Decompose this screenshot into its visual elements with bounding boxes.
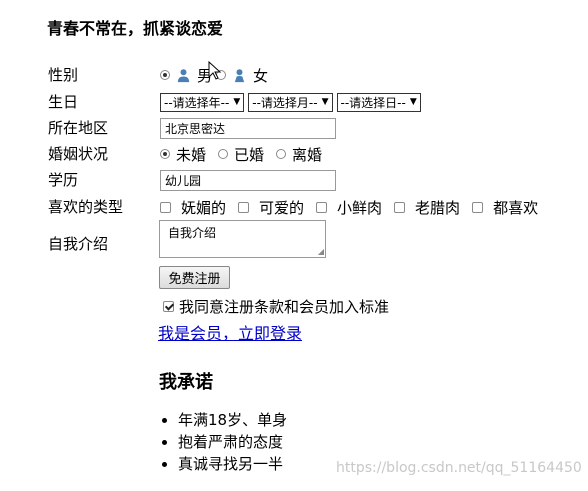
page-title: 青春不常在，抓紧谈恋爱 (47, 19, 224, 38)
birthday-row: 生日 --请选择年-- ▼ --请选择月-- ▼ --请选择日-- ▼ (0, 90, 588, 114)
marital-row: 婚姻状况 未婚 已婚 离婚 (0, 142, 588, 166)
year-dropdown-icon: ▼ (233, 97, 241, 107)
month-dropdown-icon: ▼ (321, 97, 329, 107)
agree-label: 我同意注册条款和会员加入标准 (179, 298, 390, 316)
likes-option-1: 妩媚的 (181, 198, 227, 217)
likes-option-4: 老腊肉 (415, 198, 461, 217)
likes-checkbox-3[interactable] (316, 201, 328, 213)
region-label: 所在地区 (48, 119, 109, 137)
intro-textarea[interactable]: 自我介绍 ◢ (159, 220, 326, 258)
intro-label: 自我介绍 (48, 235, 109, 253)
likes-option-2: 可爱的 (259, 198, 305, 217)
mouse-cursor-icon (208, 61, 222, 80)
birthday-label: 生日 (48, 93, 79, 111)
female-icon (234, 68, 245, 82)
marital-option-married: 已婚 (234, 145, 265, 164)
marital-radio-divorced[interactable] (276, 149, 287, 159)
likes-label: 喜欢的类型 (48, 198, 124, 216)
marital-radio-single[interactable] (160, 149, 170, 159)
agree-checkbox[interactable] (163, 301, 174, 312)
list-item: 年满18岁、单身 (178, 409, 287, 431)
marital-radio-married[interactable] (218, 149, 229, 159)
day-select[interactable]: --请选择日-- ▼ (336, 92, 421, 112)
likes-option-5: 都喜欢 (493, 198, 539, 217)
education-input[interactable]: 幼儿园 (160, 169, 336, 191)
year-select[interactable]: --请选择年-- ▼ (160, 92, 245, 112)
day-dropdown-icon: ▼ (409, 97, 417, 107)
list-item: 真诚寻找另一半 (178, 453, 287, 475)
gender-label: 性别 (48, 66, 79, 84)
resize-grip-icon[interactable]: ◢ (318, 247, 324, 256)
marital-label: 婚姻状况 (48, 145, 109, 163)
likes-checkbox-2[interactable] (238, 201, 250, 213)
education-label: 学历 (48, 171, 79, 189)
day-select-value: --请选择日-- (340, 95, 406, 110)
login-link[interactable]: 我是会员，立即登录 (158, 320, 302, 344)
likes-checkbox-5[interactable] (472, 201, 484, 213)
watermark: https://blog.csdn.net/qq_51164450 (336, 460, 582, 476)
intro-textarea-value: 自我介绍 (168, 226, 217, 240)
likes-option-3: 小鲜肉 (337, 198, 383, 217)
likes-checkbox-4[interactable] (394, 201, 406, 213)
region-input[interactable]: 北京思密达 (160, 117, 336, 139)
likes-row: 喜欢的类型 妩媚的 可爱的 小鲜肉 老腊肉 都喜欢 (0, 195, 588, 219)
gender-row: 性别 男 女 (0, 63, 588, 87)
education-row: 学历 幼儿园 (0, 168, 588, 192)
likes-checkbox-1[interactable] (160, 201, 171, 213)
marital-option-single: 未婚 (176, 145, 207, 164)
female-label: 女 (253, 66, 269, 85)
month-select-value: --请选择月-- (252, 95, 318, 110)
year-select-value: --请选择年-- (164, 95, 230, 110)
promise-heading: 我承诺 (159, 372, 213, 393)
month-select[interactable]: --请选择月-- ▼ (248, 92, 333, 112)
agree-row: 我同意注册条款和会员加入标准 (163, 296, 389, 317)
male-radio[interactable] (160, 70, 170, 80)
region-row: 所在地区 北京思密达 (0, 116, 588, 140)
marital-option-divorced: 离婚 (292, 145, 323, 164)
promise-list: 年满18岁、单身 抱着严肃的态度 真诚寻找另一半 (160, 409, 287, 475)
register-button[interactable]: 免费注册 (159, 266, 230, 289)
list-item: 抱着严肃的态度 (178, 431, 287, 453)
male-icon (177, 68, 190, 82)
